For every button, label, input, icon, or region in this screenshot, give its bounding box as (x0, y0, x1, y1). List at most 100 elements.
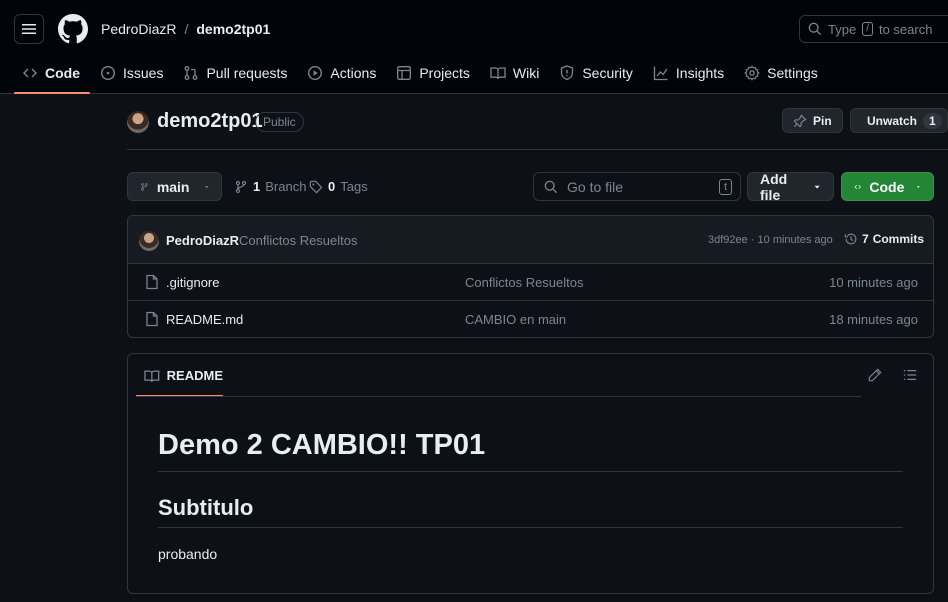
readme-paragraph: probando (158, 546, 218, 562)
tab-actions[interactable]: Actions (299, 58, 386, 88)
global-search[interactable]: Type / to search (799, 15, 948, 43)
commit-author[interactable]: PedroDiazR (166, 233, 239, 248)
add-file-label: Add file (760, 170, 788, 203)
history-icon (844, 233, 857, 245)
branches-link[interactable]: 1 Branch (234, 179, 306, 194)
tab-label: Issues (123, 65, 164, 81)
search-shortcut-key: / (862, 22, 873, 36)
gear-icon (744, 65, 760, 81)
tag-icon (309, 180, 323, 193)
repo-header: demo2tp01 Public Pin Unwatch 1 (127, 108, 948, 150)
table-row[interactable]: README.md CAMBIO en main 18 minutes ago (128, 301, 933, 337)
github-logo-icon[interactable] (58, 14, 88, 44)
commit-message[interactable]: Conflictos Resueltos (239, 233, 358, 248)
branch-icon (235, 180, 247, 193)
code-label: Code (869, 178, 905, 195)
visibility-badge: Public (255, 112, 304, 132)
pin-button[interactable]: Pin (782, 108, 843, 133)
tab-code[interactable]: Code (14, 58, 90, 94)
book-icon (490, 67, 506, 80)
file-browser: PedroDiazR Conflictos Resueltos 3df92ee … (127, 215, 934, 338)
readme-tab-label: README (166, 368, 223, 383)
search-prefix: Type (828, 21, 857, 37)
commits-label: Commits (872, 232, 925, 246)
tab-label: Security (582, 65, 633, 81)
breadcrumb-owner[interactable]: PedroDiazR (101, 21, 176, 37)
tab-label: Pull requests (206, 65, 288, 81)
code-icon (854, 184, 861, 189)
tags-link[interactable]: 0 Tags (309, 179, 368, 194)
readme-heading-2: Subtitulo (158, 495, 254, 520)
pencil-icon[interactable] (868, 368, 882, 382)
tab-label: Projects (419, 65, 470, 81)
breadcrumb-repo[interactable]: demo2tp01 (196, 21, 270, 37)
menu-button[interactable] (14, 14, 44, 44)
branch-icon (141, 182, 148, 191)
tab-label: Actions (330, 65, 377, 81)
search-suffix: to search (878, 21, 933, 37)
table-row[interactable]: .gitignore Conflictos Resueltos 10 minut… (128, 264, 933, 301)
tags-count: 0 (328, 179, 336, 194)
tab-label: Insights (675, 65, 725, 81)
search-icon (808, 22, 822, 36)
file-icon (146, 311, 158, 327)
chevron-down-icon (917, 185, 921, 188)
avatar[interactable] (139, 231, 159, 251)
file-commit-message[interactable]: Conflictos Resueltos (465, 275, 584, 290)
tab-settings[interactable]: Settings (736, 58, 828, 88)
tab-issues[interactable]: Issues (92, 58, 173, 88)
tab-insights[interactable]: Insights (645, 58, 734, 88)
branch-select-button[interactable]: main (127, 172, 222, 201)
commit-sha-time[interactable]: 3df92ee · 10 minutes ago (708, 234, 833, 246)
list-outline-icon[interactable] (903, 368, 917, 382)
file-name[interactable]: README.md (166, 312, 243, 327)
pull-request-icon (185, 66, 198, 80)
file-commit-message[interactable]: CAMBIO en main (465, 312, 566, 327)
pin-label: Pin (813, 113, 832, 128)
table-icon (397, 66, 412, 80)
commits-count: 7 (862, 232, 869, 246)
pin-icon (793, 113, 807, 127)
avatar[interactable] (127, 111, 149, 133)
tab-label: Wiki (512, 65, 540, 81)
readme-tab[interactable]: README (136, 354, 223, 397)
go-to-file-input[interactable]: Go to file t (533, 172, 741, 201)
chevron-down-icon (204, 185, 208, 188)
unwatch-label: Unwatch (867, 113, 918, 128)
breadcrumb-separator: / (184, 21, 189, 37)
repo-title[interactable]: demo2tp01 (157, 110, 263, 133)
readme-panel: README Demo 2 CAMBIO!! TP01 Subtitulo pr… (127, 353, 934, 594)
breadcrumb: PedroDiazR / demo2tp01 (101, 21, 270, 37)
shield-icon (561, 65, 574, 81)
commits-link[interactable]: 7 Commits (844, 232, 924, 246)
add-file-button[interactable]: Add file (747, 170, 834, 203)
issue-icon (100, 65, 116, 81)
go-to-file-shortcut: t (718, 178, 732, 195)
tags-label: Tags (340, 179, 368, 194)
latest-commit-row: PedroDiazR Conflictos Resueltos 3df92ee … (128, 216, 933, 264)
tab-security[interactable]: Security (551, 58, 643, 88)
file-name[interactable]: .gitignore (166, 275, 219, 290)
divider (158, 471, 903, 472)
code-icon (23, 68, 37, 78)
search-icon (544, 180, 558, 193)
branch-name: main (156, 178, 190, 195)
tab-projects[interactable]: Projects (388, 58, 480, 88)
tab-label: Settings (767, 65, 818, 81)
code-button[interactable]: Code (841, 172, 934, 201)
tab-wiki[interactable]: Wiki (482, 58, 549, 88)
branches-count: 1 (253, 179, 261, 194)
chevron-down-icon (814, 185, 820, 189)
tab-pull-requests[interactable]: Pull requests (175, 58, 297, 88)
play-icon (308, 65, 323, 81)
unwatch-button[interactable]: Unwatch 1 (850, 108, 948, 133)
file-icon (146, 274, 158, 290)
global-header: PedroDiazR / demo2tp01 Type / to search … (0, 0, 948, 94)
hamburger-icon (22, 24, 36, 34)
book-icon (144, 369, 160, 382)
divider (136, 396, 861, 397)
graph-icon (653, 66, 668, 81)
file-time: 10 minutes ago (829, 275, 918, 290)
go-to-file-placeholder: Go to file (567, 178, 624, 195)
branches-label: Branch (265, 179, 307, 194)
